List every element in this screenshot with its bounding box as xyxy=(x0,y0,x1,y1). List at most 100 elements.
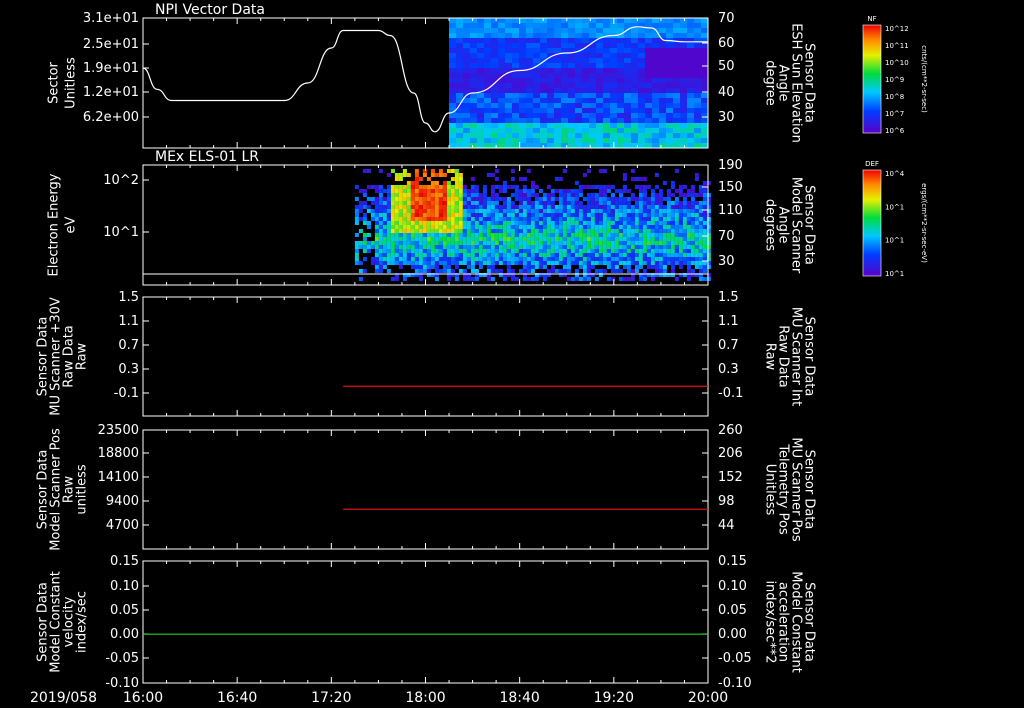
heatmap-cell xyxy=(658,197,663,201)
heatmap-cell xyxy=(694,177,699,181)
heatmap-cell xyxy=(466,213,471,217)
heatmap-cell xyxy=(558,245,563,249)
heatmap-cell xyxy=(478,197,483,201)
heatmap-cell xyxy=(514,213,519,217)
spectrogram-cell xyxy=(659,83,666,88)
spectrogram-cell xyxy=(617,38,624,43)
heatmap-cell xyxy=(486,237,491,241)
spectrogram-cell xyxy=(673,28,680,33)
spectrogram-cell xyxy=(617,78,624,83)
heatmap-cell xyxy=(454,173,459,177)
spectrogram-cell xyxy=(449,83,456,88)
heatmap-cell xyxy=(430,197,435,201)
heatmap-cell xyxy=(430,169,435,173)
heatmap-cell xyxy=(434,221,439,225)
heatmap-cell xyxy=(402,185,407,189)
heatmap-cell xyxy=(474,233,479,237)
heatmap-cell xyxy=(406,173,411,177)
heatmap-cell xyxy=(650,209,655,213)
spectrogram-cell xyxy=(568,73,575,78)
spectrogram-cell xyxy=(680,138,687,143)
spectrogram-cell xyxy=(533,28,540,33)
heatmap-cell xyxy=(562,249,567,253)
heatmap-cell xyxy=(582,209,587,213)
heatmap-cell xyxy=(390,249,395,253)
heatmap-cell xyxy=(498,261,503,265)
heatmap-cell xyxy=(434,213,439,217)
heatmap-cell xyxy=(638,229,643,233)
spectrogram-cell xyxy=(673,58,680,63)
heatmap-cell xyxy=(702,213,707,217)
spectrogram-cell xyxy=(512,138,519,143)
heatmap-cell xyxy=(638,261,643,265)
spectrogram-cell xyxy=(673,53,680,58)
spectrogram-cell xyxy=(449,58,456,63)
heatmap-cell xyxy=(598,185,603,189)
heatmap-cell xyxy=(690,189,695,193)
spectrogram-cell xyxy=(666,28,673,33)
heatmap-cell xyxy=(510,241,515,245)
heatmap-cell xyxy=(482,241,487,245)
heatmap-cell xyxy=(474,237,479,241)
heatmap-cell xyxy=(414,169,419,173)
heatmap-cell xyxy=(382,197,387,201)
spectrogram-cell xyxy=(610,48,617,53)
heatmap-cell xyxy=(490,261,495,265)
spectrogram-cell xyxy=(554,43,561,48)
spectrogram-cell xyxy=(603,143,610,148)
spectrogram-cell xyxy=(547,43,554,48)
heatmap-cell xyxy=(438,189,443,193)
heatmap-cell xyxy=(506,257,511,261)
heatmap-cell xyxy=(494,237,499,241)
spectrogram-cell xyxy=(554,33,561,38)
heatmap-cell xyxy=(586,245,591,249)
heatmap-cell xyxy=(582,241,587,245)
heatmap-cell xyxy=(510,193,515,197)
spectrogram-cell xyxy=(624,18,631,23)
heatmap-cell xyxy=(422,265,427,269)
heatmap-cell xyxy=(454,225,459,229)
heatmap-cell xyxy=(582,197,587,201)
heatmap-cell xyxy=(638,177,643,181)
heatmap-cell xyxy=(650,205,655,209)
heatmap-cell xyxy=(398,221,403,225)
heatmap-cell xyxy=(398,241,403,245)
heatmap-cell xyxy=(558,197,563,201)
heatmap-cell xyxy=(690,193,695,197)
spectrogram-cell xyxy=(638,68,645,73)
spectrogram-cell xyxy=(575,23,582,28)
heatmap-cell xyxy=(550,249,555,253)
heatmap-cell xyxy=(374,265,379,269)
heatmap-cell xyxy=(510,245,515,249)
heatmap-cell xyxy=(514,209,519,213)
heatmap-cell xyxy=(434,201,439,205)
heatmap-cell xyxy=(586,265,591,269)
spectrogram-cell xyxy=(624,138,631,143)
heatmap-cell xyxy=(454,253,459,257)
spectrogram-cell xyxy=(540,53,547,58)
right-axis-label-group: Sensor DataESH Sun ElevationAngledegree xyxy=(763,23,817,143)
spectrogram-cell xyxy=(470,143,477,148)
heatmap-cell xyxy=(650,249,655,253)
spectrogram-cell xyxy=(687,68,694,73)
heatmap-cell xyxy=(530,201,535,205)
spectrogram-cell xyxy=(470,63,477,68)
heatmap-cell xyxy=(602,237,607,241)
heatmap-cell xyxy=(658,193,663,197)
heatmap-cell xyxy=(658,233,663,237)
heatmap-cell xyxy=(570,233,575,237)
spectrogram-cell xyxy=(687,28,694,33)
heatmap-cell xyxy=(582,233,587,237)
heatmap-cell xyxy=(414,229,419,233)
heatmap-cell xyxy=(358,217,363,221)
spectrogram-cell xyxy=(484,143,491,148)
heatmap-cell xyxy=(498,237,503,241)
heatmap-cell xyxy=(578,233,583,237)
heatmap-cell xyxy=(634,265,639,269)
heatmap-cell xyxy=(506,185,511,189)
spectrogram-cell xyxy=(666,33,673,38)
heatmap-cell xyxy=(418,217,423,221)
spectrogram-cell xyxy=(687,123,694,128)
heatmap-cell xyxy=(474,229,479,233)
heatmap-cell xyxy=(650,193,655,197)
